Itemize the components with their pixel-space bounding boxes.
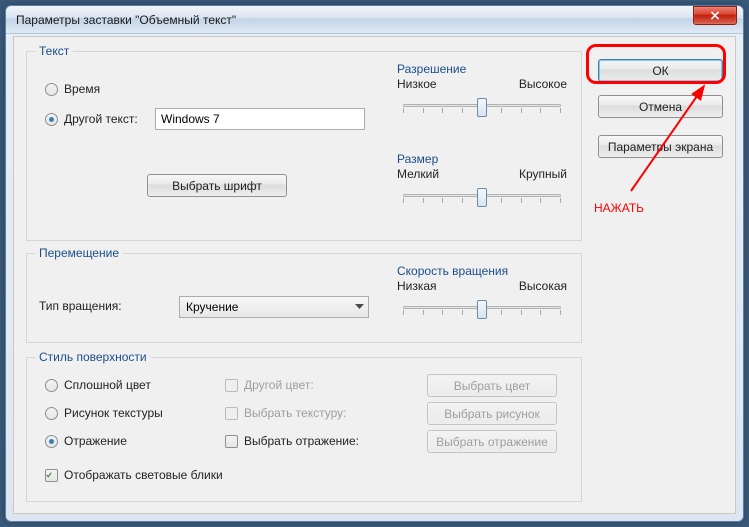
radio-icon — [45, 379, 58, 392]
slider-size: Размер Мелкий Крупный — [397, 152, 567, 208]
choose-reflection-button: Выбрать отражение — [427, 430, 557, 453]
slider-resolution: Разрешение Низкое Высокое — [397, 62, 567, 118]
group-text-legend: Текст — [35, 44, 73, 58]
slider-speed: Скорость вращения Низкая Высокая — [397, 264, 567, 320]
radio-solid-label: Сплошной цвет — [64, 378, 151, 392]
radio-time[interactable]: Время — [45, 82, 100, 96]
choose-reflection-label: Выбрать отражение — [436, 435, 548, 449]
radio-time-label: Время — [64, 82, 100, 96]
check-custom-color: Другой цвет: — [225, 378, 314, 392]
rotation-type-combo[interactable]: Кручение — [179, 296, 369, 318]
radio-solid-color[interactable]: Сплошной цвет — [45, 378, 151, 392]
display-params-button[interactable]: Параметры экрана — [598, 135, 723, 158]
close-button[interactable] — [693, 6, 737, 25]
radio-custom-text[interactable]: Другой текст: — [45, 112, 138, 126]
radio-texture[interactable]: Рисунок текстуры — [45, 406, 163, 420]
check-highlights[interactable]: Отображать световые блики — [45, 468, 223, 482]
slider-size-low: Мелкий — [397, 167, 439, 181]
choose-color-label: Выбрать цвет — [454, 379, 531, 393]
radio-icon — [45, 113, 58, 126]
group-motion: Перемещение Тип вращения: Кручение Скоро… — [26, 253, 582, 343]
slider-resolution-high: Высокое — [519, 77, 567, 91]
choose-font-label: Выбрать шрифт — [172, 179, 262, 193]
rotation-type-value: Кручение — [186, 300, 238, 314]
slider-resolution-track[interactable] — [397, 94, 567, 118]
slider-thumb-icon[interactable] — [477, 98, 487, 117]
group-text: Текст Время Другой текст: Выбрать шрифт … — [26, 51, 582, 241]
choose-color-button: Выбрать цвет — [427, 374, 557, 397]
checkbox-icon — [225, 379, 238, 392]
slider-resolution-low: Низкое — [397, 77, 437, 91]
rotation-type-label: Тип вращения: — [39, 299, 122, 313]
check-highlights-label: Отображать световые блики — [64, 468, 223, 482]
ok-label: ОК — [652, 64, 668, 78]
radio-icon — [45, 407, 58, 420]
check-custom-reflection-label: Выбрать отражение: — [244, 434, 359, 448]
slider-thumb-icon[interactable] — [477, 188, 487, 207]
check-custom-color-label: Другой цвет: — [244, 378, 314, 392]
client-area: Текст Время Другой текст: Выбрать шрифт … — [13, 36, 736, 514]
radio-texture-label: Рисунок текстуры — [64, 406, 163, 420]
slider-thumb-icon[interactable] — [477, 300, 487, 319]
slider-size-title: Размер — [397, 152, 567, 166]
choose-font-button[interactable]: Выбрать шрифт — [147, 174, 287, 197]
radio-reflection[interactable]: Отражение — [45, 434, 127, 448]
group-surface: Стиль поверхности Сплошной цвет Рисунок … — [26, 357, 582, 502]
checkbox-icon — [45, 469, 58, 482]
cancel-button[interactable]: Отмена — [598, 95, 723, 118]
radio-icon — [45, 435, 58, 448]
check-custom-texture-label: Выбрать текстуру: — [244, 406, 346, 420]
dialog-window: Параметры заставки "Объемный текст" Текс… — [5, 5, 744, 522]
check-custom-reflection[interactable]: Выбрать отражение: — [225, 434, 359, 448]
slider-speed-high: Высокая — [519, 279, 567, 293]
custom-text-input[interactable] — [155, 108, 365, 130]
display-params-label: Параметры экрана — [608, 140, 713, 154]
radio-reflection-label: Отражение — [64, 434, 127, 448]
slider-speed-track[interactable] — [397, 296, 567, 320]
choose-image-button: Выбрать рисунок — [427, 402, 557, 425]
group-surface-legend: Стиль поверхности — [35, 350, 151, 364]
slider-speed-title: Скорость вращения — [397, 264, 567, 278]
checkbox-icon — [225, 435, 238, 448]
group-motion-legend: Перемещение — [35, 246, 123, 260]
slider-size-track[interactable] — [397, 184, 567, 208]
close-icon — [710, 11, 720, 20]
slider-resolution-title: Разрешение — [397, 62, 567, 76]
choose-image-label: Выбрать рисунок — [444, 407, 540, 421]
cancel-label: Отмена — [639, 100, 682, 114]
check-custom-texture: Выбрать текстуру: — [225, 406, 346, 420]
chevron-down-icon — [355, 304, 364, 310]
ok-button[interactable]: ОК — [598, 59, 723, 82]
slider-size-high: Крупный — [519, 167, 567, 181]
radio-custom-label: Другой текст: — [64, 112, 138, 126]
slider-speed-low: Низкая — [397, 279, 437, 293]
titlebar: Параметры заставки "Объемный текст" — [6, 6, 743, 34]
radio-icon — [45, 83, 58, 96]
checkbox-icon — [225, 407, 238, 420]
window-title: Параметры заставки "Объемный текст" — [16, 13, 693, 27]
